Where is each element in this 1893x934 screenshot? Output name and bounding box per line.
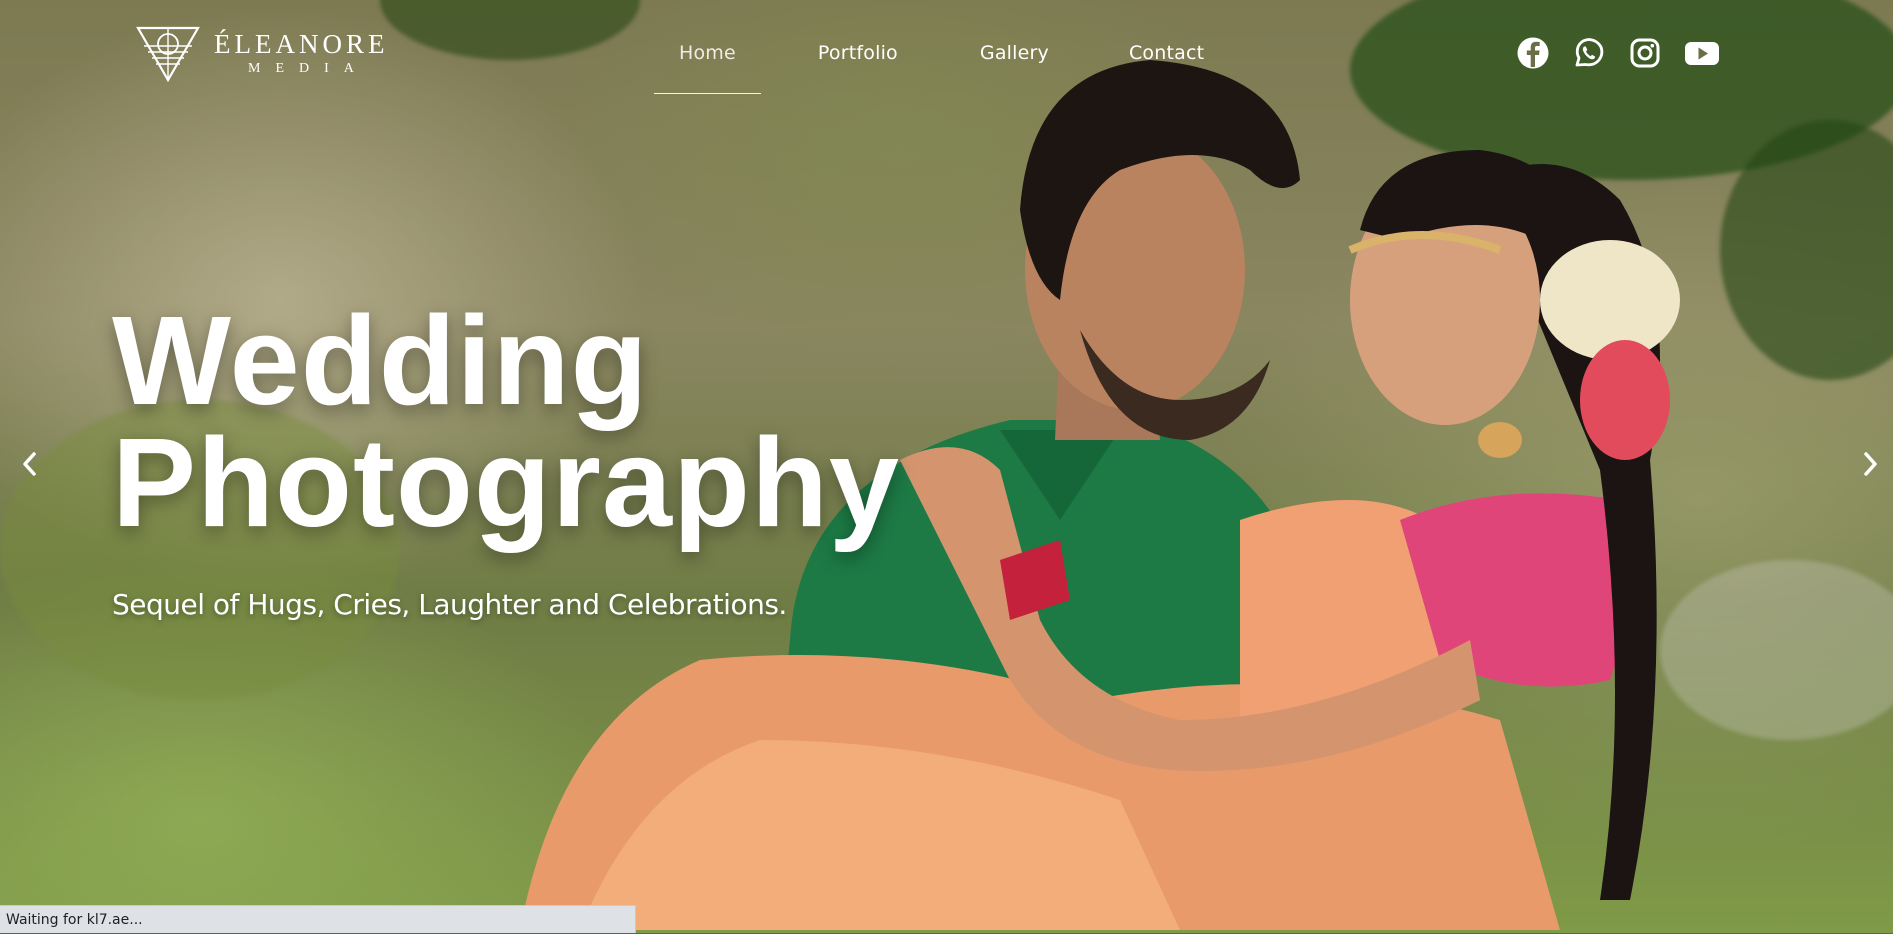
hero-title-line1: Wedding (112, 290, 649, 431)
chevron-right-icon[interactable] (1856, 450, 1884, 478)
nav-gallery[interactable]: Gallery (955, 28, 1074, 94)
hero-title: Wedding Photography (112, 290, 900, 553)
nav-portfolio-label: Portfolio (817, 42, 898, 64)
instagram-icon[interactable] (1628, 36, 1662, 70)
logo-subtitle: MEDIA (248, 60, 369, 76)
whatsapp-icon[interactable] (1572, 36, 1606, 70)
logo-mark-icon (136, 26, 200, 82)
nav-contact-label: Contact (1128, 42, 1205, 64)
facebook-icon[interactable] (1516, 36, 1550, 70)
nav-gallery-label: Gallery (979, 42, 1049, 64)
main-nav: Home Portfolio Gallery Contact (654, 28, 1229, 94)
brand-logo[interactable]: ÉLEANORE MEDIA (136, 24, 388, 82)
hero-title-line2: Photography (112, 412, 900, 553)
hero-subtitle: Sequel of Hugs, Cries, Laughter and Cele… (112, 588, 787, 621)
browser-status-bar: Waiting for kl7.ae... (0, 905, 636, 933)
nav-portfolio[interactable]: Portfolio (793, 28, 923, 94)
nav-home-label: Home (679, 42, 736, 64)
social-links (1516, 36, 1720, 70)
nav-home[interactable]: Home (654, 28, 761, 94)
chevron-left-icon[interactable] (16, 450, 44, 478)
nav-contact[interactable]: Contact (1104, 28, 1229, 94)
logo-name: ÉLEANORE (214, 28, 389, 59)
youtube-icon[interactable] (1684, 36, 1720, 70)
